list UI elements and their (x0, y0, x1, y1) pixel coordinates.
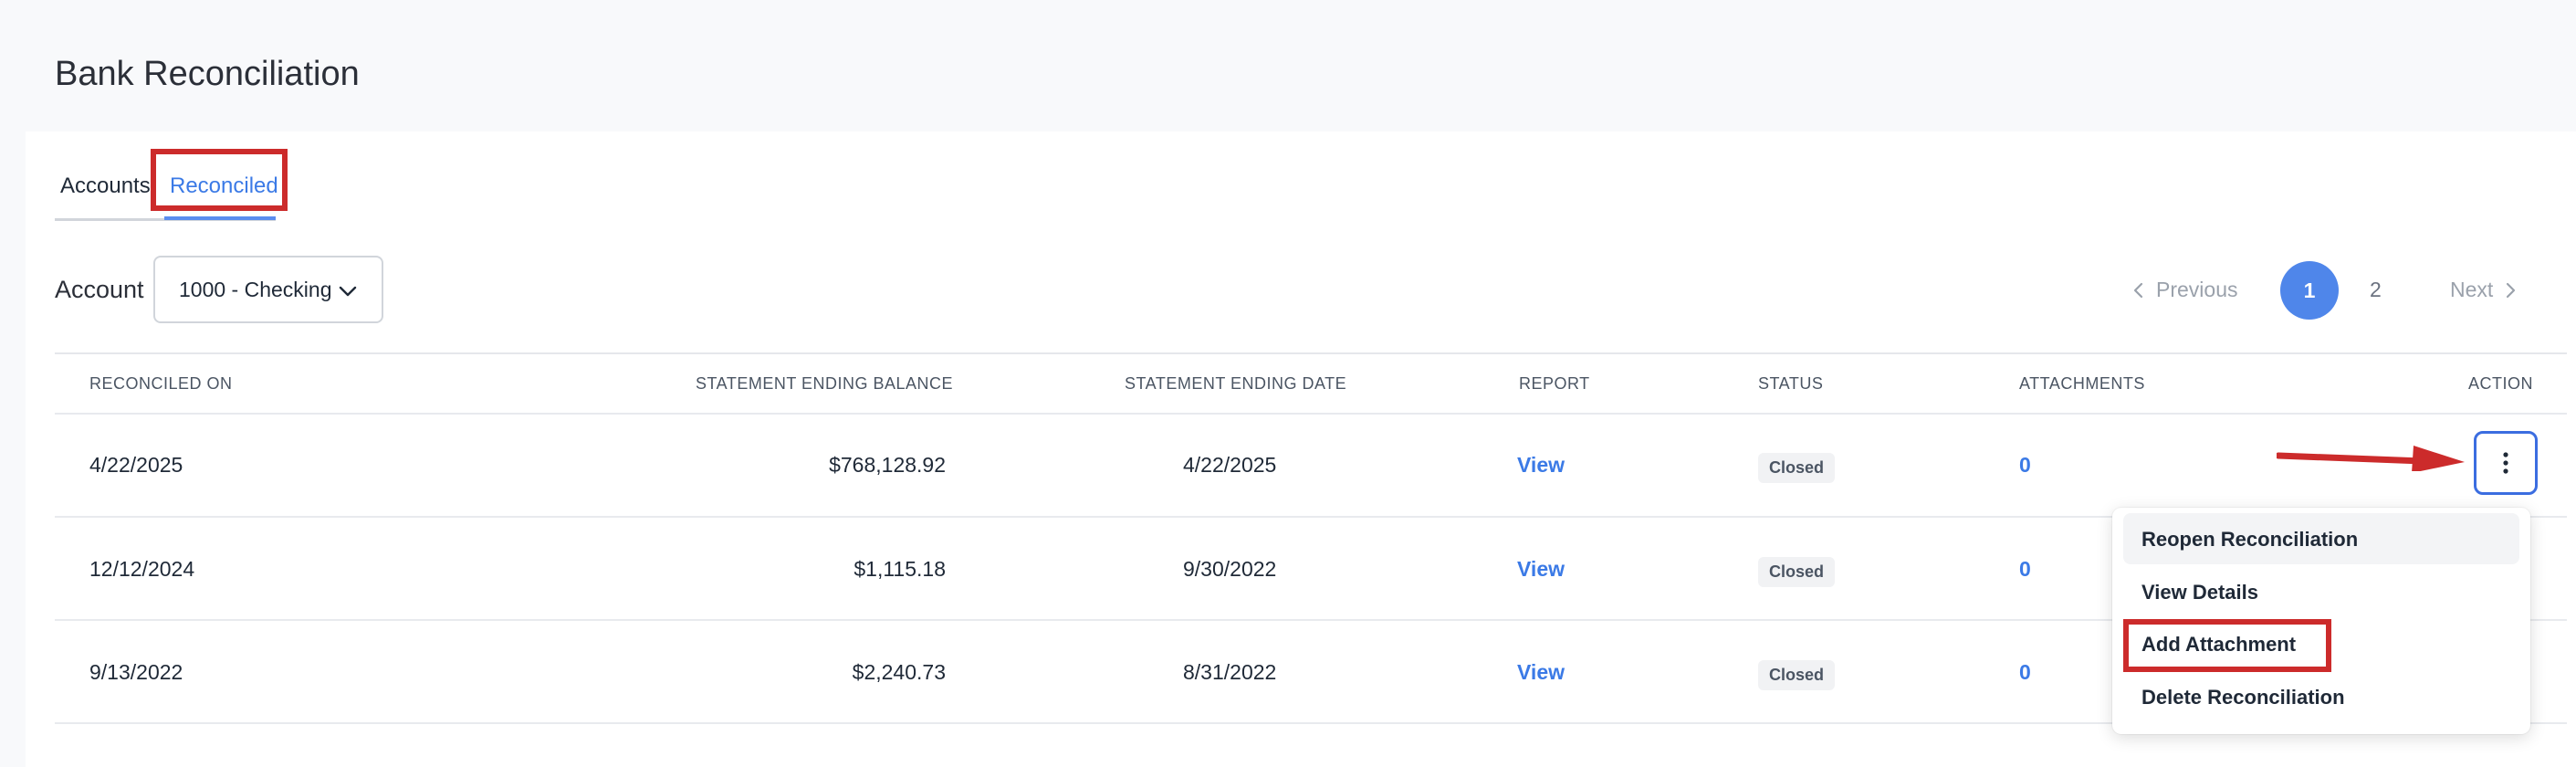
report-view-link[interactable]: View (1517, 557, 1565, 582)
menu-item-view-details[interactable]: View Details (2141, 581, 2258, 604)
pagination-page-1[interactable]: 1 (2280, 261, 2339, 320)
page-header (0, 0, 2576, 131)
cell-reconciled-on: 12/12/2024 (89, 557, 195, 581)
menu-item-reopen-reconciliation[interactable]: Reopen Reconciliation (2141, 528, 2358, 552)
status-badge: Closed (1758, 660, 1836, 690)
column-header-statement-ending-date: STATEMENT ENDING DATE (1125, 374, 1347, 393)
report-view-link[interactable]: View (1517, 453, 1565, 478)
cell-ending-date: 8/31/2022 (1183, 660, 1277, 684)
attachments-count-link[interactable]: 0 (2019, 557, 2031, 582)
arrow-annotation (2277, 446, 2465, 471)
cell-reconciled-on: 4/22/2025 (89, 453, 183, 477)
cell-balance: $1,115.18 (853, 557, 946, 581)
row-actions-button[interactable] (2474, 431, 2538, 495)
column-header-action: ACTION (2468, 374, 2534, 393)
active-tab-indicator (164, 216, 276, 220)
attachments-count-link[interactable]: 0 (2019, 660, 2031, 685)
report-view-link[interactable]: View (1517, 660, 1565, 685)
column-header-status: STATUS (1758, 374, 1824, 393)
menu-item-delete-reconciliation[interactable]: Delete Reconciliation (2141, 686, 2345, 709)
pagination-page-2[interactable]: 2 (2370, 278, 2382, 302)
table-top-border (55, 352, 2567, 354)
row-divider (55, 413, 2567, 415)
page-title: Bank Reconciliation (55, 55, 360, 93)
column-header-statement-ending-balance: STATEMENT ENDING BALANCE (696, 374, 954, 393)
cell-balance: $2,240.73 (852, 660, 946, 684)
chevron-left-icon (2133, 282, 2143, 298)
pagination-next-label: Next (2450, 278, 2494, 301)
pagination-next[interactable]: Next (2450, 278, 2517, 302)
cell-ending-date: 9/30/2022 (1183, 557, 1277, 581)
highlight-box-reconciled-tab (151, 149, 288, 211)
column-header-reconciled-on: RECONCILED ON (89, 374, 233, 393)
chevron-down-icon (339, 286, 357, 297)
account-select-value: 1000 - Checking (179, 277, 332, 301)
chevron-right-icon (2507, 282, 2516, 298)
status-badge: Closed (1758, 557, 1836, 587)
pagination-previous[interactable]: Previous (2132, 278, 2237, 302)
attachments-count-link[interactable]: 0 (2019, 453, 2031, 478)
highlight-box-add-attachment (2123, 619, 2331, 672)
pagination-previous-label: Previous (2156, 278, 2238, 301)
account-label: Account (55, 276, 144, 303)
cell-ending-date: 4/22/2025 (1183, 453, 1277, 477)
column-header-report: REPORT (1519, 374, 1590, 393)
cell-reconciled-on: 9/13/2022 (89, 660, 183, 684)
account-select[interactable]: 1000 - Checking (153, 256, 383, 323)
cell-balance: $768,128.92 (829, 453, 946, 477)
tab-accounts[interactable]: Accounts (60, 173, 151, 199)
column-header-attachments: ATTACHMENTS (2019, 374, 2145, 393)
more-vertical-icon (2503, 452, 2508, 474)
status-badge: Closed (1758, 453, 1836, 483)
